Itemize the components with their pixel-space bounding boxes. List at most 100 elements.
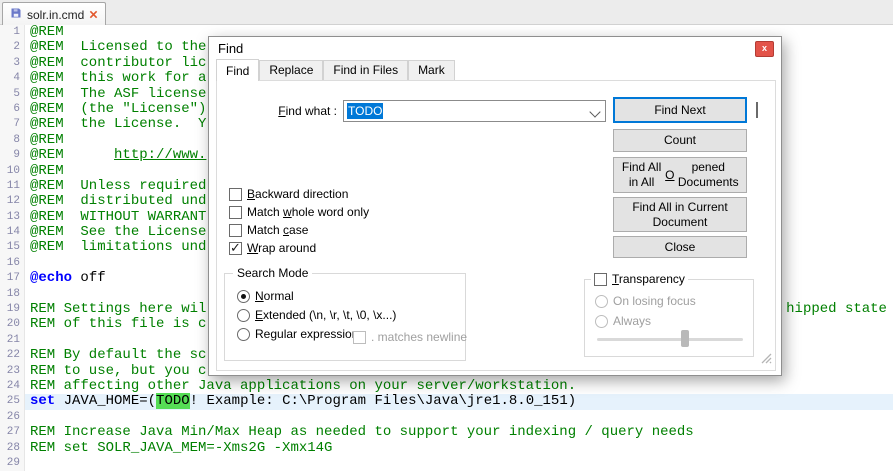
radio-always: Always <box>595 314 651 328</box>
radio-extended-n-r-t-0-x[interactable]: Extended (\n, \r, \t, \0, \x...) <box>237 308 396 322</box>
radio-normal[interactable]: Normal <box>237 289 294 303</box>
find-dialog: Find x FindReplaceFind in FilesMark Find… <box>208 36 782 376</box>
combobox-dropdown-icon[interactable] <box>589 106 600 117</box>
dialog-close-icon[interactable]: x <box>755 41 774 57</box>
line-number: 17 <box>0 271 25 286</box>
find-what-value: TODO <box>347 103 383 119</box>
line-number: 15 <box>0 240 25 255</box>
transparency-group: Transparency On losing focusAlways <box>584 279 754 357</box>
find-dialog-tabs: FindReplaceFind in FilesMark <box>216 60 455 80</box>
dialog-title-bar[interactable]: Find x <box>209 37 781 59</box>
find-next-button[interactable]: Find Next <box>613 97 747 123</box>
saved-file-icon <box>10 7 22 22</box>
line-number: 19 <box>0 302 25 317</box>
line-number: 27 <box>0 425 25 440</box>
close-button[interactable]: Close <box>613 236 747 258</box>
checkbox-box <box>229 188 242 201</box>
checkbox-match-whole-word-only[interactable]: Match whole word only <box>229 205 369 219</box>
radio-label: Extended (\n, \r, \t, \0, \x...) <box>255 308 396 322</box>
radio-circle <box>595 315 608 328</box>
file-tab-solr-in-cmd[interactable]: solr.in.cmd <box>2 2 106 26</box>
code-line-28: 28REM set SOLR_JAVA_MEM=-Xms2G -Xmx14G <box>0 441 893 456</box>
slider-thumb[interactable] <box>681 330 689 347</box>
code-line-29: 29 <box>0 456 893 471</box>
dialog-tab-mark[interactable]: Mark <box>408 60 455 80</box>
line-number: 10 <box>0 164 25 179</box>
code-line-25: 25set JAVA_HOME=(TODO! Example: C:\Progr… <box>0 394 893 409</box>
code-line-27: 27REM Increase Java Min/Max Heap as need… <box>0 425 893 440</box>
line-number: 23 <box>0 364 25 379</box>
line-number: 3 <box>0 56 25 71</box>
slider-track <box>597 338 743 341</box>
line-number: 9 <box>0 148 25 163</box>
line-number: 12 <box>0 194 25 209</box>
line-number: 1 <box>0 25 25 40</box>
radio-label: Normal <box>255 289 294 303</box>
radio-label: On losing focus <box>613 294 696 308</box>
checkbox-box <box>229 224 242 237</box>
line-number: 7 <box>0 117 25 132</box>
transparency-slider[interactable] <box>597 330 743 348</box>
search-mode-title: Search Mode <box>233 266 312 280</box>
line-number: 11 <box>0 179 25 194</box>
line-number: 14 <box>0 225 25 240</box>
line-number: 28 <box>0 441 25 456</box>
dialog-tab-replace[interactable]: Replace <box>259 60 323 80</box>
find-what-combobox[interactable]: TODO <box>343 100 606 122</box>
code-text <box>25 456 893 471</box>
resize-grip[interactable] <box>760 352 772 367</box>
search-mode-group: Search Mode NormalExtended (\n, \r, \t, … <box>224 273 466 361</box>
checkbox-label: Wrap around <box>247 241 316 255</box>
line-number: 5 <box>0 87 25 102</box>
radio-circle <box>237 309 250 322</box>
checkbox-wrap-around[interactable]: Wrap around <box>229 241 316 255</box>
transparency-checkbox[interactable]: Transparency <box>591 272 688 286</box>
checkbox-box <box>229 242 242 255</box>
line-number: 13 <box>0 210 25 225</box>
find-tab-page: Find what : TODO Find Next Count Find Al… <box>216 80 776 371</box>
line-number: 8 <box>0 133 25 148</box>
dialog-title: Find <box>218 41 243 56</box>
count-button[interactable]: Count <box>613 129 747 152</box>
line-number: 20 <box>0 317 25 332</box>
tab-close-icon[interactable] <box>89 10 98 19</box>
radio-circle <box>237 328 250 341</box>
file-tab-bar: solr.in.cmd <box>0 0 893 25</box>
line-number: 25 <box>0 394 25 409</box>
radio-label: Regular expression <box>255 327 358 341</box>
line-number: 6 <box>0 102 25 117</box>
line-number: 18 <box>0 287 25 302</box>
line-number: 29 <box>0 456 25 471</box>
code-text: REM Increase Java Min/Max Heap as needed… <box>25 425 893 440</box>
code-line-26: 26 <box>0 410 893 425</box>
line-number: 16 <box>0 256 25 271</box>
notepad-window: solr.in.cmd 1@REM2@REM Licensed to the3@… <box>0 0 893 472</box>
find-all-current-document-button[interactable]: Find All in Current Document <box>613 197 747 232</box>
line-number: 26 <box>0 410 25 425</box>
radio-label: Always <box>613 314 651 328</box>
line-number: 2 <box>0 40 25 55</box>
checkbox-backward-direction[interactable]: Backward direction <box>229 187 348 201</box>
checkbox-label: Match whole word only <box>247 205 369 219</box>
radio-circle <box>595 295 608 308</box>
line-number: 21 <box>0 333 25 348</box>
dialog-tab-find-in-files[interactable]: Find in Files <box>323 60 408 80</box>
checkbox-box <box>229 206 242 219</box>
dot-matches-newline-checkbox: . matches newline <box>353 330 467 344</box>
find-all-opened-documents-button[interactable]: Find All in All Opened Documents <box>613 157 747 193</box>
checkbox-label: Backward direction <box>247 187 348 201</box>
code-text: REM set SOLR_JAVA_MEM=-Xms2G -Xmx14G <box>25 441 893 456</box>
line-number: 22 <box>0 348 25 363</box>
line-number: 24 <box>0 379 25 394</box>
code-text: set JAVA_HOME=(TODO! Example: C:\Program… <box>25 394 893 409</box>
dialog-tab-find[interactable]: Find <box>216 59 259 81</box>
find-what-label: Find what : <box>217 104 337 118</box>
checkbox-match-case[interactable]: Match case <box>229 223 308 237</box>
two-buttons-mode-checkbox[interactable] <box>756 102 758 118</box>
radio-on-losing-focus: On losing focus <box>595 294 696 308</box>
checkbox-label: Match case <box>247 223 308 237</box>
radio-regular-expression[interactable]: Regular expression <box>237 327 358 341</box>
code-text <box>25 410 893 425</box>
file-tab-label: solr.in.cmd <box>27 8 84 22</box>
line-number: 4 <box>0 71 25 86</box>
